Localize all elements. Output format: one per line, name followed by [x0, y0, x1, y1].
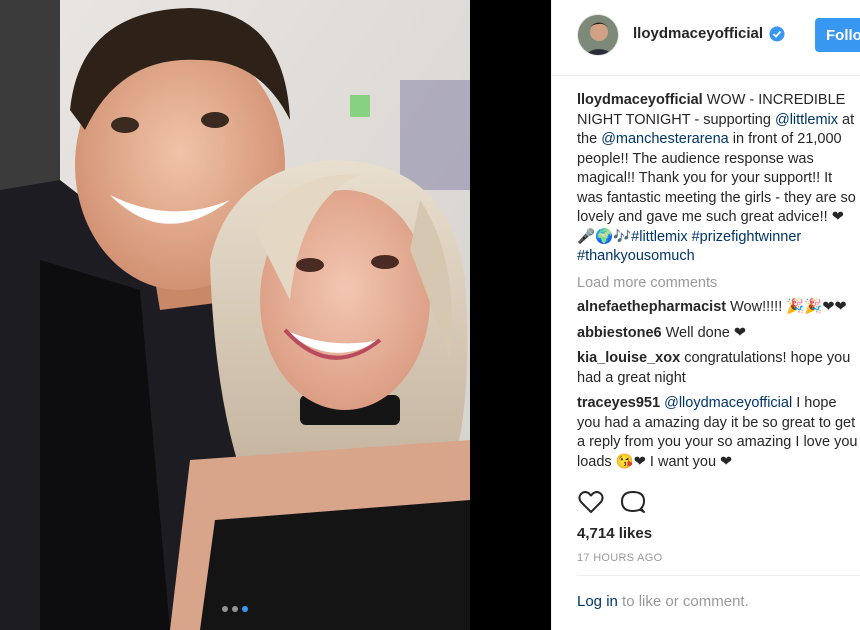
carousel-dot[interactable]: [232, 606, 238, 612]
post-side-panel: lloydmaceyofficial Follow lloydmaceyoffi…: [551, 0, 860, 630]
comment-username[interactable]: traceyes951: [577, 395, 660, 411]
action-bar: [577, 488, 857, 518]
carousel-indicator: [0, 606, 470, 612]
heart-icon[interactable]: [577, 488, 605, 516]
caption-text: in front of 21,000 people!! The audience…: [577, 131, 856, 245]
verified-badge-icon: [769, 26, 785, 42]
caption-hashtag[interactable]: #littlemix: [631, 229, 687, 245]
selfie-image: [0, 0, 551, 630]
likes-count[interactable]: 4,714 likes: [577, 525, 652, 542]
follow-button[interactable]: Follow: [815, 18, 860, 52]
avatar[interactable]: [577, 14, 619, 56]
comment-item: alnefaethepharmacist Wow!!!!! 🎉🎉❤❤: [577, 298, 860, 318]
post-header: lloydmaceyofficial Follow: [552, 0, 860, 76]
caption-mention[interactable]: @littlemix: [775, 112, 838, 128]
caption-hashtag[interactable]: #prizefightwinner: [692, 229, 802, 245]
comment-item: traceyes951 @lloydmaceyofficial I hope y…: [577, 394, 860, 472]
login-prompt-text: to like or comment.: [617, 593, 749, 610]
divider: [577, 575, 860, 576]
comment-mention[interactable]: @lloydmaceyofficial: [664, 395, 792, 411]
post-photo[interactable]: [0, 0, 551, 630]
comment-text: Wow!!!!! 🎉🎉❤❤: [726, 299, 847, 315]
comment-text: Well done ❤: [661, 324, 747, 341]
comment-item: abbiestone6 Well done ❤: [577, 324, 860, 344]
comment-username[interactable]: kia_louise_xox: [577, 350, 680, 366]
comment-item: kia_louise_xox congratulations! hope you…: [577, 349, 860, 388]
caption: lloydmaceyofficial WOW - INCREDIBLE NIGH…: [577, 91, 860, 267]
load-more-comments[interactable]: Load more comments: [577, 274, 860, 294]
post-timestamp[interactable]: 17 HOURS AGO: [577, 552, 663, 564]
carousel-dot[interactable]: [222, 606, 228, 612]
caption-username[interactable]: lloydmaceyofficial: [577, 92, 703, 108]
comment-username[interactable]: alnefaethepharmacist: [577, 299, 726, 315]
caption-mention[interactable]: @manchesterarena: [601, 131, 729, 147]
login-prompt: Log in to like or comment.: [577, 593, 749, 610]
caption-hashtag[interactable]: #thankyousomuch: [577, 248, 695, 264]
carousel-dot-active[interactable]: [242, 606, 248, 612]
comment-icon[interactable]: [619, 488, 647, 516]
header-username[interactable]: lloydmaceyofficial: [633, 25, 763, 42]
login-link[interactable]: Log in: [577, 593, 618, 610]
comments-list: lloydmaceyofficial WOW - INCREDIBLE NIGH…: [577, 91, 860, 478]
comment-username[interactable]: abbiestone6: [577, 325, 662, 341]
avatar-image: [578, 15, 618, 55]
